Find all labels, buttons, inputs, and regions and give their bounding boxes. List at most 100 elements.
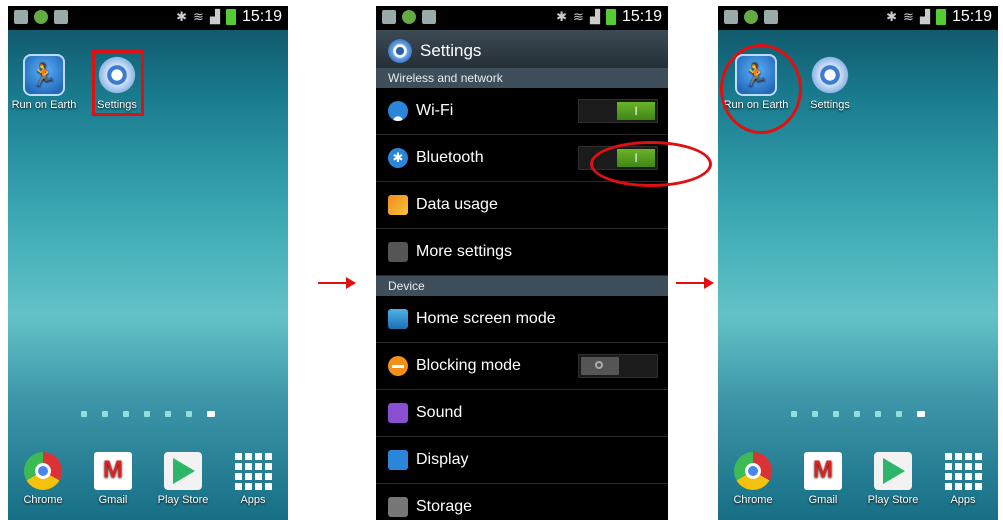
dock-gmail[interactable]: M Gmail xyxy=(81,452,145,506)
bluetooth-icon: ✱ xyxy=(388,148,408,168)
page-dot[interactable] xyxy=(144,411,150,417)
gallery-icon xyxy=(382,10,396,24)
page-dot[interactable] xyxy=(896,411,902,417)
app-settings[interactable]: Settings xyxy=(796,54,864,111)
settings-item-label: Data usage xyxy=(416,196,498,213)
page-dot[interactable] xyxy=(791,411,797,417)
page-dot[interactable] xyxy=(186,411,192,417)
settings-item-more-settings[interactable]: More settings xyxy=(376,229,668,276)
sim-icon xyxy=(764,10,778,24)
gear-icon xyxy=(809,54,851,96)
sim-icon xyxy=(422,10,436,24)
settings-title-bar: Settings xyxy=(376,30,668,72)
page-dot[interactable] xyxy=(854,411,860,417)
wifi-status-icon: ≋ xyxy=(903,9,914,24)
page-dot[interactable] xyxy=(123,411,129,417)
apps-grid-icon xyxy=(234,452,272,490)
dock-label: Gmail xyxy=(98,494,128,506)
settings-item-label: Home screen mode xyxy=(416,310,556,327)
dock-chrome[interactable]: Chrome xyxy=(11,452,75,506)
settings-item-sound[interactable]: Sound xyxy=(376,390,668,437)
gear-icon xyxy=(388,39,412,63)
page-dot[interactable] xyxy=(81,411,87,417)
home-icon xyxy=(388,309,408,329)
app-label: Run on Earth xyxy=(11,99,77,111)
gmail-icon: M xyxy=(804,452,842,490)
dock: Chrome M Gmail Play Store Apps xyxy=(8,452,288,506)
settings-item-display[interactable]: Display xyxy=(376,437,668,484)
dock-label: Apps xyxy=(950,494,976,506)
chrome-icon xyxy=(734,452,772,490)
gallery-icon xyxy=(724,10,738,24)
home-screen-2: ✱ ≋ ▟ 15:19 🏃 Run on Earth Settings Chrome … xyxy=(718,6,998,520)
signal-icon: ▟ xyxy=(209,9,220,24)
display-icon xyxy=(388,450,408,470)
highlight-ellipse xyxy=(590,141,712,187)
settings-item-data-usage[interactable]: Data usage xyxy=(376,182,668,229)
arrow-right-icon xyxy=(318,277,356,289)
block-icon xyxy=(388,356,408,376)
android-icon xyxy=(744,10,758,24)
battery-icon xyxy=(605,9,616,25)
bluetooth-status-icon: ✱ xyxy=(176,9,188,24)
chrome-icon xyxy=(24,452,62,490)
highlight-ellipse xyxy=(720,44,802,134)
dock-apps[interactable]: Apps xyxy=(931,452,995,506)
app-run-on-earth[interactable]: 🏃 Run on Earth xyxy=(10,54,78,111)
dock-chrome[interactable]: Chrome xyxy=(721,452,785,506)
page-dot[interactable] xyxy=(833,411,839,417)
data-usage-icon xyxy=(388,195,408,215)
storage-icon xyxy=(388,497,408,517)
signal-icon: ▟ xyxy=(919,9,930,24)
blocking-mode-toggle[interactable] xyxy=(578,354,658,378)
settings-item-label: Sound xyxy=(416,404,463,421)
page-indicator xyxy=(718,411,998,417)
page-dot[interactable] xyxy=(102,411,108,417)
page-dot-active[interactable] xyxy=(207,411,215,417)
page-dot-active[interactable] xyxy=(917,411,925,417)
section-header-device: Device xyxy=(376,276,668,296)
dock-label: Apps xyxy=(240,494,266,506)
page-dot[interactable] xyxy=(165,411,171,417)
settings-item-wifi[interactable]: Wi-Fi I xyxy=(376,88,668,135)
app-label: Settings xyxy=(810,99,850,111)
apps-grid-icon xyxy=(944,452,982,490)
toggle-off-thumb xyxy=(581,357,619,375)
bluetooth-status-icon: ✱ xyxy=(556,9,568,24)
page-dot[interactable] xyxy=(812,411,818,417)
wifi-toggle[interactable]: I xyxy=(578,99,658,123)
settings-item-label: Blocking mode xyxy=(416,357,521,374)
status-time: 15:19 xyxy=(241,8,282,25)
page-indicator xyxy=(8,411,288,417)
toggle-on-thumb: I xyxy=(617,102,655,120)
settings-item-home-screen-mode[interactable]: Home screen mode xyxy=(376,296,668,343)
settings-item-blocking-mode[interactable]: Blocking mode xyxy=(376,343,668,390)
android-icon xyxy=(402,10,416,24)
section-header-wireless: Wireless and network xyxy=(376,68,668,88)
signal-icon: ▟ xyxy=(589,9,600,24)
play-store-icon xyxy=(874,452,912,490)
wifi-status-icon: ≋ xyxy=(193,9,204,24)
dock-apps[interactable]: Apps xyxy=(221,452,285,506)
settings-item-label: Bluetooth xyxy=(416,149,484,166)
battery-icon xyxy=(225,9,236,25)
dock-label: Play Store xyxy=(867,494,919,506)
arrow-right-icon xyxy=(676,277,714,289)
play-store-icon xyxy=(164,452,202,490)
battery-icon xyxy=(935,9,946,25)
dock: Chrome M Gmail Play Store Apps xyxy=(718,452,998,506)
bluetooth-status-icon: ✱ xyxy=(886,9,898,24)
dock-play-store[interactable]: Play Store xyxy=(151,452,215,506)
gallery-icon xyxy=(14,10,28,24)
status-time: 15:19 xyxy=(621,8,662,25)
settings-item-label: More settings xyxy=(416,243,513,260)
settings-item-storage[interactable]: Storage xyxy=(376,484,668,520)
dock-label: Gmail xyxy=(808,494,838,506)
wifi-status-icon: ≋ xyxy=(573,9,584,24)
settings-item-label: Display xyxy=(416,451,469,468)
dock-gmail[interactable]: M Gmail xyxy=(791,452,855,506)
gmail-icon: M xyxy=(94,452,132,490)
home-screen-1: ✱ ≋ ▟ 15:19 🏃 Run on Earth Settings Chrome … xyxy=(8,6,288,520)
dock-play-store[interactable]: Play Store xyxy=(861,452,925,506)
page-dot[interactable] xyxy=(875,411,881,417)
